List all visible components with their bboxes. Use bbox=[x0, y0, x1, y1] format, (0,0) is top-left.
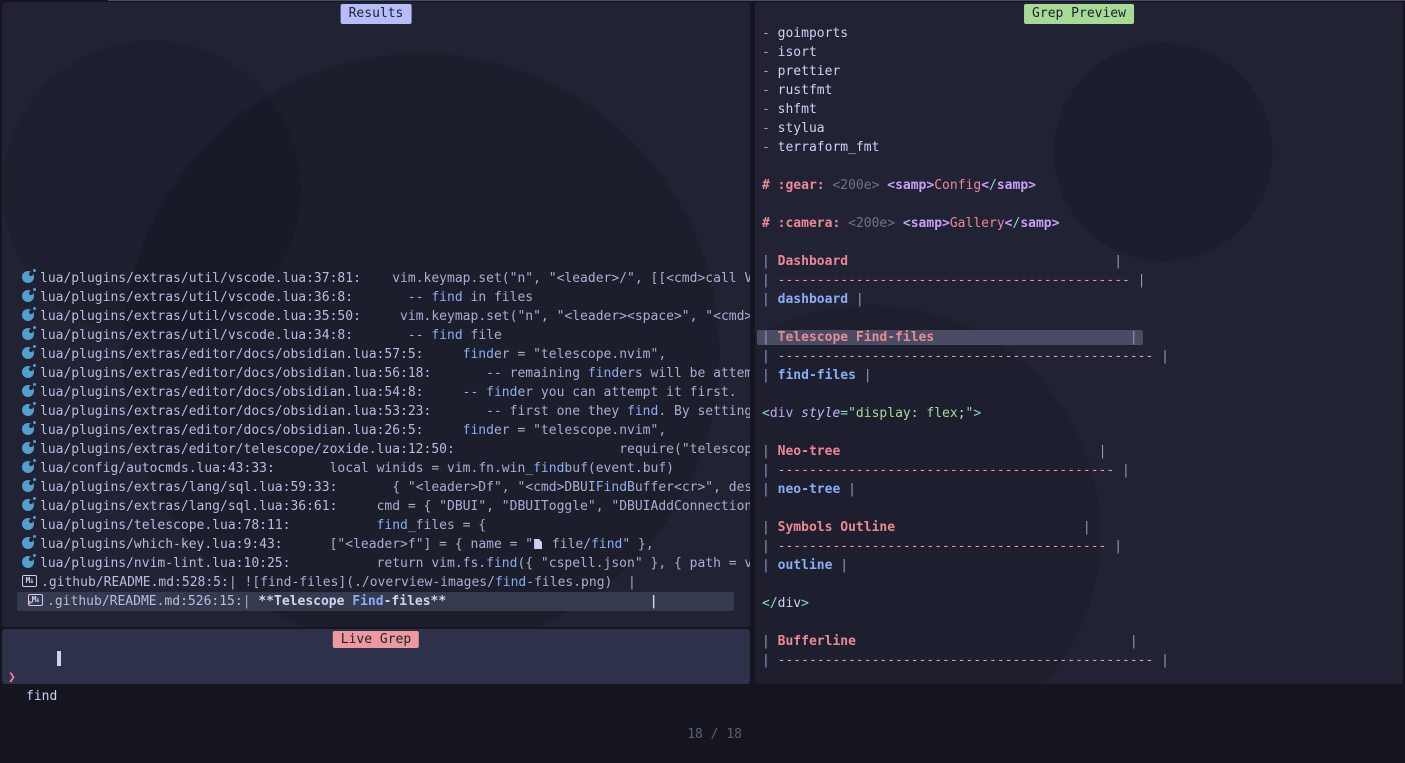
prompt-window[interactable]: Live Grep ❯ find 18 / 18 bbox=[2, 629, 750, 684]
preview-line: - goimports bbox=[762, 24, 1403, 43]
preview-line: | Dashboard | bbox=[762, 252, 1403, 271]
preview-line: | find-files | bbox=[762, 366, 1403, 385]
lua-file-icon bbox=[22, 347, 34, 359]
preview-line bbox=[762, 195, 1403, 214]
preview-line bbox=[762, 309, 1403, 328]
preview-line: | Bufferline | bbox=[762, 632, 1403, 651]
result-row[interactable]: lua/plugins/extras/editor/docs/obsidian.… bbox=[2, 345, 750, 364]
preview-line: | --------------------------------------… bbox=[762, 651, 1403, 670]
preview-line: | --------------------------------------… bbox=[762, 461, 1403, 480]
lua-file-icon bbox=[22, 518, 34, 530]
result-row[interactable]: lua/plugins/extras/lang/sql.lua:59:33: {… bbox=[2, 478, 750, 497]
preview-line: <div style="display: flex;"> bbox=[762, 404, 1403, 423]
prompt-caret-icon: ❯ bbox=[8, 668, 16, 687]
result-counter: 18 / 18 bbox=[687, 725, 742, 744]
lua-file-icon bbox=[22, 366, 34, 378]
preview-line: | outline | bbox=[762, 556, 1403, 575]
result-row[interactable]: lua/plugins/nvim-lint.lua:10:25: return … bbox=[2, 554, 750, 573]
preview-line bbox=[762, 499, 1403, 518]
window-top-edge bbox=[108, 0, 1405, 1]
preview-line: | --------------------------------------… bbox=[762, 347, 1403, 366]
lua-file-icon bbox=[22, 290, 34, 302]
preview-line: # :camera: <200e> <samp>Gallery</samp> bbox=[762, 214, 1403, 233]
result-row[interactable]: lua/plugins/extras/util/vscode.lua:37:81… bbox=[2, 269, 750, 288]
grep-preview-title-badge: Grep Preview bbox=[1024, 4, 1134, 24]
prompt-line[interactable]: ❯ find 18 / 18 bbox=[2, 649, 750, 668]
preview-content: - goimports- isort- prettier- rustfmt- s… bbox=[762, 24, 1403, 670]
lua-file-icon bbox=[22, 556, 34, 568]
result-row[interactable]: lua/plugins/extras/util/vscode.lua:34:8:… bbox=[2, 326, 750, 345]
lua-file-icon bbox=[22, 328, 34, 340]
markdown-file-icon: M↓ bbox=[22, 575, 37, 587]
result-row[interactable]: lua/plugins/extras/lang/sql.lua:36:61: c… bbox=[2, 497, 750, 516]
preview-line: | Telescope Find-files | bbox=[762, 328, 1403, 347]
lua-file-icon bbox=[22, 404, 34, 416]
preview-line bbox=[762, 157, 1403, 176]
preview-line bbox=[762, 613, 1403, 632]
preview-line bbox=[762, 385, 1403, 404]
preview-line: # :gear: <200e> <samp>Config</samp> bbox=[762, 176, 1403, 195]
lua-file-icon bbox=[22, 442, 34, 454]
result-row[interactable]: lua/plugins/extras/util/vscode.lua:35:50… bbox=[2, 307, 750, 326]
result-row[interactable]: lua/plugins/extras/editor/docs/obsidian.… bbox=[2, 364, 750, 383]
result-row[interactable]: M↓.github/README.md:528:5:| ![find-files… bbox=[2, 573, 750, 592]
preview-line: - shfmt bbox=[762, 100, 1403, 119]
text-cursor bbox=[57, 651, 61, 666]
preview-line: - rustfmt bbox=[762, 81, 1403, 100]
preview-cursorline: | Telescope Find-files | bbox=[757, 330, 1143, 345]
result-row[interactable]: lua/config/autocmds.lua:43:33: local win… bbox=[2, 459, 750, 478]
result-row[interactable]: lua/plugins/extras/editor/docs/obsidian.… bbox=[2, 383, 750, 402]
result-row[interactable]: ▸M↓.github/README.md:526:15:| **Telescop… bbox=[2, 592, 750, 611]
preview-line: - isort bbox=[762, 43, 1403, 62]
preview-line: | dashboard | bbox=[762, 290, 1403, 309]
preview-line: | Neo-tree | bbox=[762, 442, 1403, 461]
preview-window[interactable]: Grep Preview - goimports- isort- prettie… bbox=[755, 2, 1403, 684]
lua-file-icon bbox=[22, 309, 34, 321]
results-list[interactable]: lua/plugins/extras/util/vscode.lua:37:81… bbox=[2, 269, 750, 611]
results-title-badge: Results bbox=[341, 4, 412, 24]
lua-file-icon bbox=[22, 385, 34, 397]
result-row[interactable]: lua/plugins/extras/editor/telescope/zoxi… bbox=[2, 440, 750, 459]
preview-line bbox=[762, 575, 1403, 594]
preview-line: | Symbols Outline | bbox=[762, 518, 1403, 537]
result-row[interactable]: lua/plugins/extras/util/vscode.lua:36:8:… bbox=[2, 288, 750, 307]
lua-file-icon bbox=[22, 480, 34, 492]
preview-line: - stylua bbox=[762, 119, 1403, 138]
results-window: Results lua/plugins/extras/util/vscode.l… bbox=[2, 2, 750, 627]
result-row[interactable]: lua/plugins/telescope.lua:78:11: find_fi… bbox=[2, 516, 750, 535]
preview-line: </div> bbox=[762, 594, 1403, 613]
preview-line: - terraform_fmt bbox=[762, 138, 1403, 157]
preview-line: - prettier bbox=[762, 62, 1403, 81]
file-icon bbox=[534, 539, 542, 549]
result-row[interactable]: lua/plugins/extras/editor/docs/obsidian.… bbox=[2, 421, 750, 440]
preview-line bbox=[762, 233, 1403, 252]
markdown-file-icon: M↓ bbox=[28, 594, 43, 606]
preview-line bbox=[762, 423, 1403, 442]
lua-file-icon bbox=[22, 499, 34, 511]
result-row[interactable]: lua/plugins/which-key.lua:9:43: ["<leade… bbox=[2, 535, 750, 554]
result-row[interactable]: lua/plugins/extras/editor/docs/obsidian.… bbox=[2, 402, 750, 421]
search-input[interactable]: find bbox=[26, 687, 57, 706]
preview-line: | --------------------------------------… bbox=[762, 271, 1403, 290]
telescope-live-grep-screen: { "colors":{ "panel_bg":"#212334","promp… bbox=[0, 0, 1405, 684]
lua-file-icon bbox=[22, 537, 34, 549]
preview-line: | neo-tree | bbox=[762, 480, 1403, 499]
lua-file-icon bbox=[22, 423, 34, 435]
lua-file-icon bbox=[22, 461, 34, 473]
live-grep-title-badge: Live Grep bbox=[333, 631, 419, 648]
preview-line: | --------------------------------------… bbox=[762, 537, 1403, 556]
lua-file-icon bbox=[22, 271, 34, 283]
